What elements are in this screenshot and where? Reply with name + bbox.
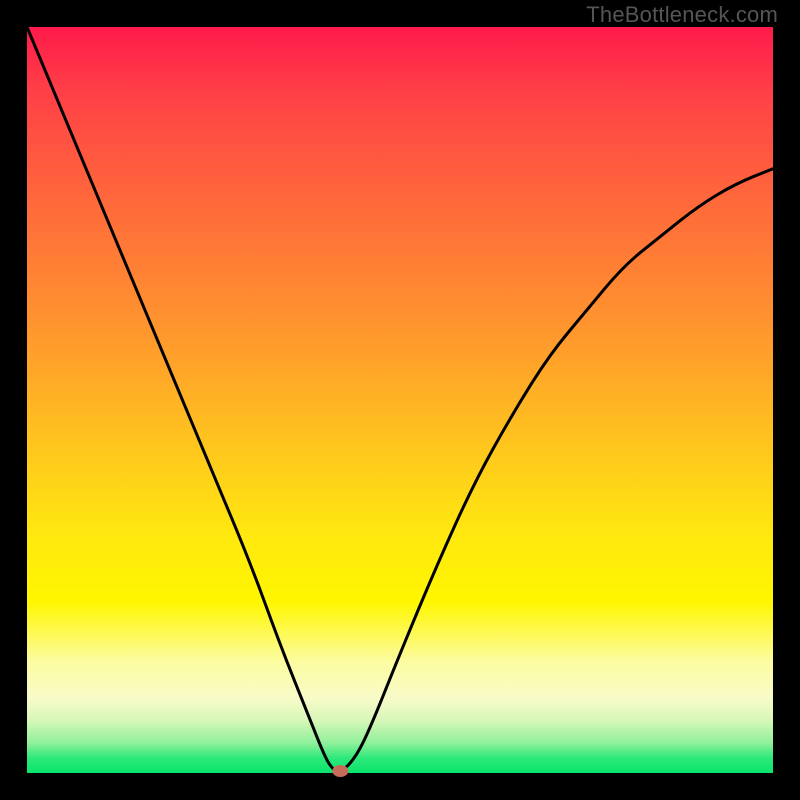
optimum-marker (332, 765, 348, 777)
watermark-text: TheBottleneck.com (586, 2, 778, 28)
chart-frame: TheBottleneck.com (0, 0, 800, 800)
curve-layer (0, 0, 800, 800)
bottleneck-curve (27, 27, 773, 772)
